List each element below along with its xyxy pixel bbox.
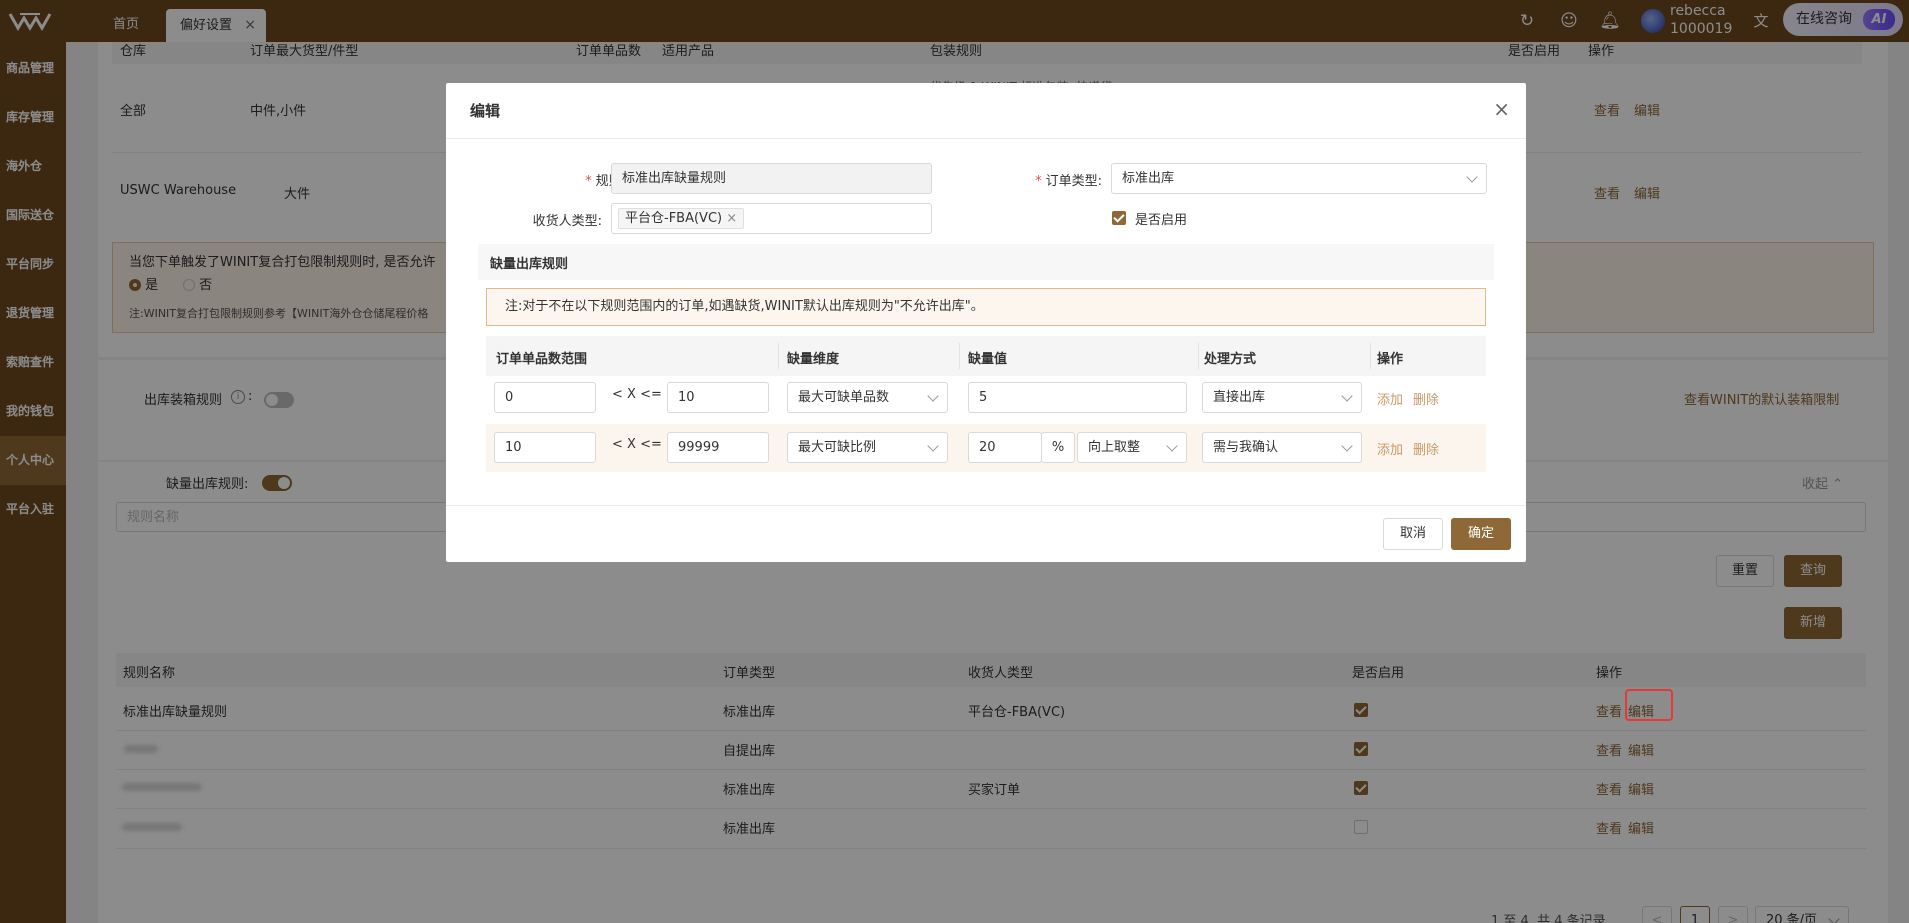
th-separator — [1370, 343, 1371, 369]
row-2-rounding-value: 向上取整 — [1088, 440, 1141, 455]
row-1-max-input[interactable]: 10 — [667, 382, 769, 413]
cancel-button[interactable]: 取消 — [1383, 518, 1443, 550]
enabled-checkbox[interactable] — [1112, 211, 1126, 225]
th-method: 处理方式 — [1204, 352, 1257, 367]
receiver-type-select[interactable]: 平台仓-FBA(VC) × — [611, 203, 932, 234]
row-1-dimension-value: 最大可缺单品数 — [798, 390, 890, 405]
row-1-method-select[interactable]: 直接出库 — [1202, 382, 1362, 413]
row-2-delete-link[interactable]: 删除 — [1413, 439, 1439, 458]
chevron-down-icon — [1166, 440, 1178, 452]
modal-close-icon[interactable]: × — [1493, 97, 1510, 121]
modal-footer-divider — [446, 505, 1526, 506]
enabled-label: 是否启用 — [1135, 213, 1188, 228]
row-2-percent-unit: % — [1041, 432, 1075, 463]
th-separator — [959, 343, 960, 369]
tag-close-icon[interactable]: × — [726, 211, 737, 226]
row-2-method-value: 需与我确认 — [1213, 440, 1279, 455]
receiver-tag-label: 平台仓-FBA(VC) — [625, 211, 723, 226]
chevron-down-icon — [1341, 440, 1353, 452]
order-type-label: * 订单类型: — [1035, 174, 1102, 189]
th-shortage-value: 缺量值 — [968, 352, 1008, 367]
chevron-down-icon — [1466, 171, 1478, 183]
confirm-button[interactable]: 确定 — [1451, 518, 1511, 550]
receiver-tag: 平台仓-FBA(VC) × — [618, 208, 745, 229]
row-2-rounding-select[interactable]: 向上取整 — [1077, 432, 1187, 463]
highlight-box — [1625, 689, 1673, 721]
chevron-down-icon — [1341, 390, 1353, 402]
th-actions: 操作 — [1377, 352, 1404, 367]
chevron-down-icon — [927, 440, 939, 452]
modal-header-divider — [446, 138, 1526, 139]
rule-name-input[interactable]: 标准出库缺量规则 — [611, 163, 932, 194]
th-quantity-range: 订单单品数范围 — [496, 352, 588, 367]
section-header — [478, 244, 1494, 280]
order-type-select[interactable]: 标准出库 — [1111, 163, 1487, 194]
row-1-min-input[interactable]: 0 — [494, 382, 596, 413]
row-2-value-input[interactable]: 20 — [968, 432, 1042, 463]
row-2-dimension-value: 最大可缺比例 — [798, 440, 877, 455]
receiver-type-label: 收货人类型: — [532, 214, 602, 229]
row-1-operator: < X <= — [612, 387, 662, 402]
row-2-operator: < X <= — [612, 437, 662, 452]
row-1-dimension-select[interactable]: 最大可缺单品数 — [787, 382, 948, 413]
th-separator — [1198, 343, 1199, 369]
row-1-add-link[interactable]: 添加 — [1377, 389, 1403, 408]
row-1-delete-link[interactable]: 删除 — [1413, 389, 1439, 408]
chevron-down-icon — [927, 390, 939, 402]
row-2-method-select[interactable]: 需与我确认 — [1202, 432, 1362, 463]
row-1-method-value: 直接出库 — [1213, 390, 1266, 405]
row-2-add-link[interactable]: 添加 — [1377, 439, 1403, 458]
edit-modal: 编辑 × *规则名称: 标准出库缺量规则 *订单类型: 标准出库 收货人类型: … — [446, 83, 1526, 562]
th-separator — [778, 343, 779, 369]
th-dimension: 缺量维度 — [787, 352, 840, 367]
modal-title: 编辑 — [470, 102, 501, 120]
row-2-max-input[interactable]: 99999 — [667, 432, 769, 463]
shortage-notice: 注:对于不在以下规则范围内的订单,如遇缺货,WINIT默认出库规则为"不允许出库… — [486, 288, 1486, 326]
order-type-value: 标准出库 — [1122, 171, 1175, 186]
row-2-min-input[interactable]: 10 — [494, 432, 596, 463]
row-2-dimension-select[interactable]: 最大可缺比例 — [787, 432, 948, 463]
row-1-value-input[interactable]: 5 — [968, 382, 1187, 413]
section-title: 缺量出库规则 — [490, 257, 569, 272]
